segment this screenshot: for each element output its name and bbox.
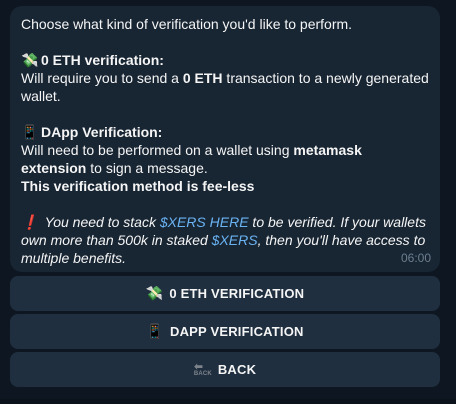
exclamation-icon: ❗ — [21, 214, 39, 230]
dapp-verification-label: DAPP VERIFICATION — [169, 324, 304, 339]
xers-here-link[interactable]: $XERS HERE — [160, 214, 249, 230]
eth-verification-button[interactable]: 💸 0 ETH VERIFICATION — [10, 276, 440, 311]
dapp-section-title: 📱 DApp Verification: — [21, 124, 163, 140]
eth-section-description: Will require you to send a 0 ETH transac… — [21, 70, 429, 104]
xers-link[interactable]: $XERS — [212, 232, 258, 248]
dapp-section-description: Will need to be performed on a wallet us… — [21, 142, 362, 176]
message-timestamp: 06:00 — [400, 251, 431, 265]
back-button[interactable]: ⬅ BACK BACK — [10, 352, 440, 387]
mobile-phone-icon: 📱 — [21, 124, 39, 140]
chat-view: Choose what kind of verification you'd l… — [0, 0, 456, 404]
bottom-divider — [0, 399, 456, 404]
back-icon-word: BACK — [193, 370, 212, 377]
dapp-verification-button[interactable]: 📱 DAPP VERIFICATION — [10, 314, 440, 349]
back-label: BACK — [217, 362, 257, 377]
dapp-fee-note: This verification method is fee-less — [21, 178, 255, 194]
money-with-wings-icon: 💸 — [145, 285, 164, 301]
staking-warning: ❗ You need to stack $XERS HERE to be ver… — [21, 214, 426, 266]
eth-verification-label: 0 ETH VERIFICATION — [169, 286, 305, 301]
back-arrow-icon: ⬅ BACK — [193, 361, 212, 378]
money-with-wings-icon: 💸 — [21, 52, 39, 68]
eth-section-title: 💸 0 ETH verification: — [21, 52, 164, 68]
message-intro: Choose what kind of verification you'd l… — [21, 16, 353, 32]
mobile-phone-icon: 📱 — [146, 323, 164, 339]
bot-message-bubble: Choose what kind of verification you'd l… — [10, 6, 440, 272]
